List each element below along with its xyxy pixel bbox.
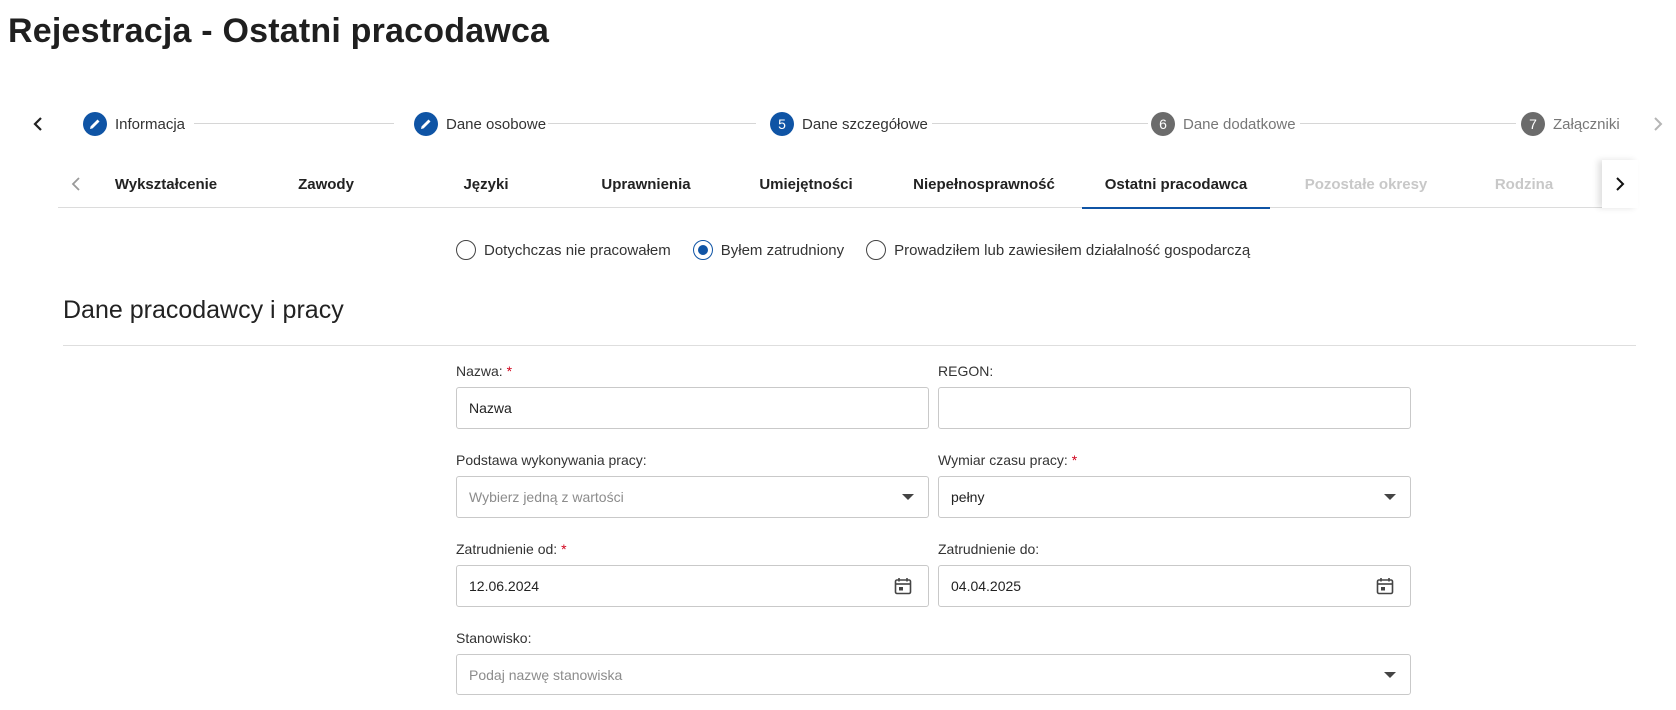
radio-label: Byłem zatrudniony [720,241,845,259]
step-dane-szczegolowe[interactable]: 5 Dane szczegółowe [770,112,928,136]
chevron-right-icon [1616,177,1625,191]
date-value: 04.04.2025 [951,578,1022,594]
field-wymiar: Wymiar czasu pracy: * pełny [938,452,1411,518]
employed-from-date-input[interactable]: 12.06.2024 [456,565,929,607]
working-time-select[interactable]: pełny [938,476,1411,518]
tab-rodzina: Rodzina [1494,175,1554,193]
field-label: Zatrudnienie do: [938,541,1040,557]
step-dane-osobowe[interactable]: Dane osobowe [414,112,546,136]
date-value: 12.06.2024 [469,578,540,594]
tabs-next-button[interactable] [1602,160,1638,208]
caret-down-icon [902,494,914,500]
section-tabs: Wykształcenie Zawody Języki Uprawnienia … [58,160,1638,209]
field-podstawa: Podstawa wykonywania pracy: Wybierz jedn… [456,452,929,518]
tab-uprawnienia[interactable]: Uprawnienia [578,160,714,208]
caret-down-icon [1384,672,1396,678]
step-label: Dane dodatkowe [1183,115,1296,133]
chevron-left-icon [71,177,80,191]
calendar-icon[interactable] [1376,577,1394,595]
field-label: Nazwa: * [456,363,513,379]
tab-zawody[interactable]: Zawody [258,160,394,208]
name-input[interactable]: Nazwa [456,387,929,429]
field-label: Stanowisko: [456,630,532,646]
field-nazwa: Nazwa: * Nazwa [456,363,929,429]
step-informacja[interactable]: Informacja [83,112,185,136]
required-mark: * [561,541,567,557]
radio-not-worked[interactable]: Dotychczas nie pracowałem [456,240,671,260]
step-number: 5 [770,112,794,136]
employment-status-radio-group: Dotychczas nie pracowałem Byłem zatrudni… [456,240,1250,260]
select-placeholder: Wybierz jedną z wartości [469,489,624,505]
step-number: 7 [1521,112,1545,136]
tab-jezyki[interactable]: Języki [418,160,554,208]
position-select[interactable]: Podaj nazwę stanowiska [456,654,1411,695]
registration-stepper: Informacja Dane osobowe 5 Dane szczegóło… [0,104,1676,144]
field-label: Zatrudnienie od: * [456,541,567,557]
required-mark: * [1071,452,1078,468]
caret-down-icon [1384,494,1396,500]
stepper-next-button[interactable] [1646,110,1670,138]
chevron-right-icon [1654,117,1663,131]
chevron-left-icon [33,117,42,131]
step-connector [194,123,394,124]
radio-unchecked-icon [866,240,887,260]
step-label: Dane szczegółowe [802,115,928,133]
stepper-prev-button[interactable] [26,110,50,138]
tab-niepelnosprawnosc[interactable]: Niepełnosprawność [904,160,1064,208]
radio-unchecked-icon [456,240,476,260]
radio-checked-icon [692,240,713,260]
field-zatrudnienie-do: Zatrudnienie do: 04.04.2025 [938,541,1411,607]
field-regon: REGON: [938,363,1411,429]
basis-select[interactable]: Wybierz jedną z wartości [456,476,929,518]
tab-umiejetnosci[interactable]: Umiejętności [738,160,874,208]
tab-pozostale-okresy: Pozostałe okresy [1304,175,1428,193]
select-value: pełny [951,489,985,505]
radio-label: Dotychczas nie pracowałem [484,241,671,259]
step-label: Załączniki [1553,115,1620,133]
step-number: 6 [1151,112,1175,136]
radio-business[interactable]: Prowadziłem lub zawiesiłem działalność g… [866,240,1250,260]
employed-to-date-input[interactable]: 04.04.2025 [938,565,1411,607]
tab-wyksztalcenie[interactable]: Wykształcenie [98,160,234,208]
tabs-prev-button[interactable] [58,160,94,208]
required-mark: * [506,363,513,379]
section-title: Dane pracodawcy i pracy [63,296,344,324]
step-zalaczniki[interactable]: 7 Załączniki [1521,112,1620,136]
field-label: REGON: [938,363,994,379]
regon-input[interactable] [938,387,1411,429]
radio-label: Prowadziłem lub zawiesiłem działalność g… [894,241,1251,259]
field-stanowisko: Stanowisko: Podaj nazwę stanowiska [456,630,1411,695]
step-connector [1300,123,1516,124]
step-dane-dodatkowe[interactable]: 6 Dane dodatkowe [1151,112,1296,136]
page-title: Rejestracja - Ostatni pracodawca [8,12,550,50]
calendar-icon[interactable] [894,577,912,595]
section-divider [63,345,1636,346]
field-label: Wymiar czasu pracy: * [938,452,1078,468]
select-placeholder: Podaj nazwę stanowiska [469,666,623,683]
step-label: Informacja [115,115,186,133]
field-zatrudnienie-od: Zatrudnienie od: * 12.06.2024 [456,541,929,607]
step-connector [548,123,756,124]
pencil-icon [414,112,438,136]
pencil-icon [83,112,107,136]
step-label: Dane osobowe [446,115,547,133]
tab-ostatni-pracodawca[interactable]: Ostatni pracodawca [1082,160,1270,209]
field-label: Podstawa wykonywania pracy: [456,452,647,468]
step-connector [932,123,1148,124]
radio-employed[interactable]: Byłem zatrudniony [692,240,845,260]
